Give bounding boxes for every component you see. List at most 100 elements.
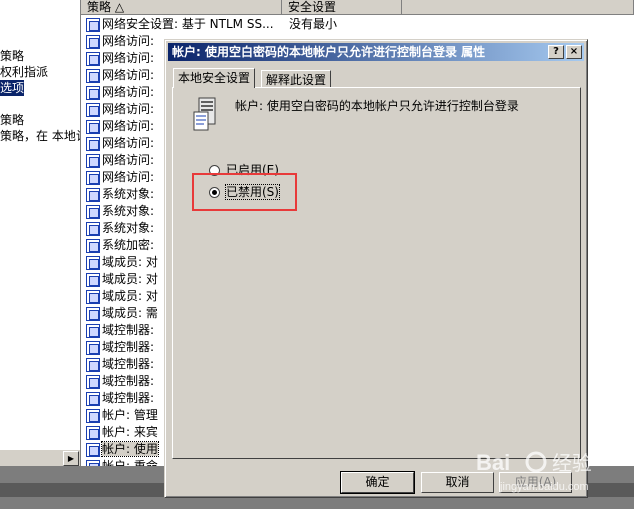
dialog-titlebar[interactable]: 帐户: 使用空白密码的本地帐户只允许进行控制台登录 属性 ? × bbox=[168, 43, 584, 61]
policy-cell: 网络安全设置: 基于 NTLM SS... bbox=[102, 17, 274, 31]
policy-cell: 域成员: 需 bbox=[102, 306, 158, 320]
table-row[interactable]: 系统对象: bbox=[86, 203, 154, 220]
policy-icon bbox=[86, 340, 100, 355]
policy-icon bbox=[86, 425, 100, 440]
radio-enabled[interactable]: 已启用(E) bbox=[209, 161, 279, 179]
tree-item[interactable]: 策略，在 本地计 bbox=[0, 128, 80, 144]
policy-name: 帐户: 使用空白密码的本地帐户只允许进行控制台登录 bbox=[235, 99, 519, 113]
setting-cell: 没有最小 bbox=[289, 17, 338, 31]
close-button[interactable]: × bbox=[566, 45, 582, 59]
policy-icon bbox=[86, 289, 100, 304]
tab-local-security-setting[interactable]: 本地安全设置 bbox=[173, 68, 256, 88]
tree-item[interactable]: 策略 bbox=[0, 48, 24, 64]
table-row[interactable]: 网络访问: bbox=[86, 152, 154, 169]
policy-icon bbox=[86, 102, 100, 117]
policy-icon bbox=[86, 85, 100, 100]
policy-icon bbox=[86, 374, 100, 389]
help-button[interactable]: ? bbox=[548, 45, 564, 59]
policy-cell: 域成员: 对 bbox=[102, 255, 158, 269]
policy-icon bbox=[86, 136, 100, 151]
policy-icon bbox=[86, 238, 100, 253]
policy-cell: 域控制器: bbox=[102, 374, 155, 388]
policy-icon bbox=[86, 187, 100, 202]
column-header-setting[interactable]: 安全设置 bbox=[282, 0, 402, 15]
table-row[interactable]: 域成员: 需 bbox=[86, 305, 158, 322]
policy-icon bbox=[86, 204, 100, 219]
policy-cell: 系统对象: bbox=[102, 204, 155, 218]
table-row[interactable]: 系统加密: bbox=[86, 237, 154, 254]
policy-icon bbox=[86, 119, 100, 134]
table-row[interactable]: 域控制器: bbox=[86, 322, 154, 339]
policy-cell: 网络访问: bbox=[102, 136, 155, 150]
horizontal-scrollbar[interactable]: ▶ bbox=[0, 449, 80, 466]
radio-disabled-circle[interactable] bbox=[209, 187, 220, 198]
policy-icon bbox=[86, 357, 100, 372]
radio-disabled-label[interactable]: 已禁用(S) bbox=[225, 184, 280, 200]
table-row[interactable]: 网络访问: bbox=[86, 118, 154, 135]
column-header-policy[interactable]: 策略 △ bbox=[81, 0, 282, 15]
table-row[interactable]: 网络访问: bbox=[86, 101, 154, 118]
properties-dialog: 帐户: 使用空白密码的本地帐户只允许进行控制台登录 属性 ? × 本地安全设置 … bbox=[164, 39, 588, 498]
table-row[interactable]: 域控制器: bbox=[86, 390, 154, 407]
policy-icon bbox=[86, 255, 100, 270]
policy-icon bbox=[86, 306, 100, 321]
tab-explain-setting[interactable]: 解释此设置 bbox=[261, 70, 332, 88]
table-row[interactable]: 帐户: 管理 bbox=[86, 407, 158, 424]
policy-icon bbox=[86, 170, 100, 185]
tree-item-selected[interactable]: 选项 bbox=[0, 80, 25, 96]
policy-cell: 网络访问: bbox=[102, 119, 155, 133]
tree-item[interactable]: 权利指派 bbox=[0, 64, 48, 80]
dialog-title: 帐户: 使用空白密码的本地帐户只允许进行控制台登录 属性 bbox=[172, 45, 486, 59]
table-row[interactable]: 域成员: 对 bbox=[86, 271, 158, 288]
policy-cell: 网络访问: bbox=[102, 170, 155, 184]
policy-icon bbox=[86, 391, 100, 406]
policy-cell: 域控制器: bbox=[102, 340, 155, 354]
policy-cell: 域控制器: bbox=[102, 357, 155, 371]
table-row[interactable]: 系统对象: bbox=[86, 186, 154, 203]
policy-icon bbox=[86, 51, 100, 66]
watermark-brand: Bai bbox=[476, 450, 510, 475]
watermark-url: jingyan.baidu.com bbox=[499, 481, 589, 493]
policy-cell: 域控制器: bbox=[102, 391, 155, 405]
table-row-selected[interactable]: 帐户: 使用 bbox=[86, 441, 159, 458]
radio-enabled-label[interactable]: 已启用(E) bbox=[226, 163, 279, 177]
table-row[interactable]: 系统对象: bbox=[86, 220, 154, 237]
table-row[interactable]: 域成员: 对 bbox=[86, 254, 158, 271]
policy-cell: 网络访问: bbox=[102, 85, 155, 99]
table-row[interactable]: 网络访问: bbox=[86, 50, 154, 67]
policy-cell: 系统对象: bbox=[102, 221, 155, 235]
policy-cell: 网络访问: bbox=[102, 153, 155, 167]
policy-icon bbox=[86, 272, 100, 287]
table-row[interactable]: 帐户: 重命 bbox=[86, 458, 158, 466]
baidu-watermark: Bai 经验 jingyan.baidu.com bbox=[476, 450, 592, 493]
table-row[interactable]: 帐户: 来宾 bbox=[86, 424, 158, 441]
policy-cell: 网络访问: bbox=[102, 102, 155, 116]
table-row[interactable]: 域控制器: bbox=[86, 373, 154, 390]
policy-icon bbox=[86, 34, 100, 49]
table-row[interactable]: 域成员: 对 bbox=[86, 288, 158, 305]
table-row[interactable]: 网络访问: bbox=[86, 33, 154, 50]
policy-cell: 域成员: 对 bbox=[102, 289, 158, 303]
watermark-brand2: 经验 bbox=[552, 451, 592, 475]
column-header-empty bbox=[402, 0, 634, 15]
table-row[interactable]: 网络安全设置: 基于 NTLM SS... bbox=[86, 16, 274, 33]
policy-icon bbox=[86, 153, 100, 168]
radio-enabled-circle[interactable] bbox=[209, 165, 220, 176]
scroll-right-icon[interactable]: ▶ bbox=[63, 451, 79, 466]
ok-button[interactable]: 确定 bbox=[340, 471, 415, 494]
table-row[interactable]: 网络访问: bbox=[86, 169, 154, 186]
table-row[interactable]: 网络访问: bbox=[86, 84, 154, 101]
table-row[interactable]: 网络访问: bbox=[86, 67, 154, 84]
table-row[interactable]: 网络访问: bbox=[86, 135, 154, 152]
tree-pane: 策略 权利指派 选项 策略 策略，在 本地计 ▶ bbox=[0, 0, 81, 466]
policy-cell: 网络访问: bbox=[102, 34, 155, 48]
policy-icon bbox=[86, 323, 100, 338]
table-row[interactable]: 域控制器: bbox=[86, 339, 154, 356]
policy-icon bbox=[86, 221, 100, 236]
tree-item[interactable]: 策略 bbox=[0, 112, 24, 128]
policy-cell: 网络访问: bbox=[102, 51, 155, 65]
policy-cell: 域控制器: bbox=[102, 323, 155, 337]
radio-disabled[interactable]: 已禁用(S) bbox=[209, 183, 280, 201]
table-row[interactable]: 域控制器: bbox=[86, 356, 154, 373]
policy-cell: 系统加密: bbox=[102, 238, 155, 252]
